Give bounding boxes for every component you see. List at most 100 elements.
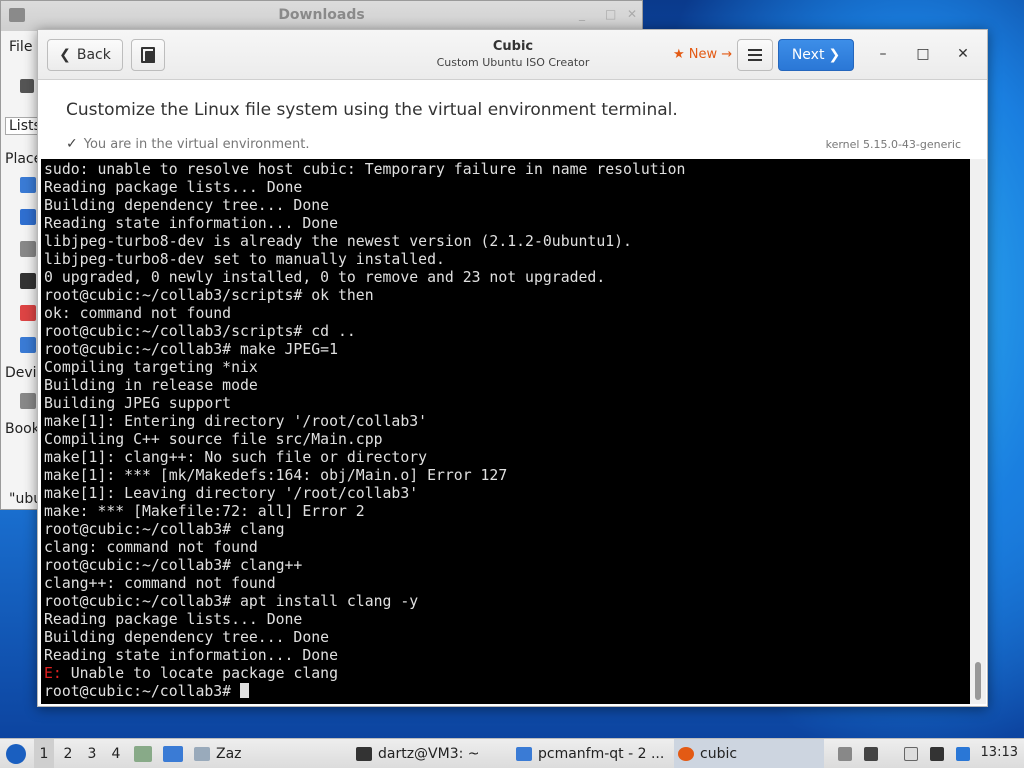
workspace-3[interactable]: 3: [82, 739, 102, 768]
bookmarks-heading: Book: [5, 421, 40, 437]
clock: 13:13: [980, 745, 1018, 760]
minimize-icon[interactable]: _: [579, 7, 585, 21]
terminal-line: make[1]: clang++: No such file or direct…: [44, 449, 428, 466]
terminal-line: root@cubic:~/collab3# apt install clang …: [44, 593, 419, 610]
task-label: pcmanfm-qt - 2 ...: [538, 746, 665, 762]
new-window-icon[interactable]: [20, 79, 34, 93]
error-prefix: E:: [44, 665, 62, 682]
notification-icon[interactable]: [956, 747, 970, 761]
header-bar: ❮ Back Cubic Custom Ubuntu ISO Creator ★…: [38, 30, 987, 80]
terminal-scrollbar[interactable]: [970, 159, 986, 704]
terminal-line: Reading state information... Done: [44, 215, 338, 232]
back-label: Back: [76, 47, 111, 63]
folder-icon: [516, 747, 532, 761]
terminal-line: Compiling C++ source file src/Main.cpp: [44, 431, 383, 448]
file-manager-sidebar: File Lists Places Devic Book: [1, 31, 50, 509]
menu-button[interactable]: [737, 39, 773, 71]
file-manager-title: Downloads: [278, 7, 365, 23]
next-label: Next: [791, 47, 825, 63]
terminal-line: libjpeg-turbo8-dev set to manually insta…: [44, 251, 445, 268]
maximize-icon[interactable]: □: [605, 7, 616, 21]
terminal-line: Building JPEG support: [44, 395, 232, 412]
computer-icon[interactable]: [20, 273, 36, 289]
app-title: Cubic: [492, 39, 534, 54]
task-label: cubic: [700, 746, 738, 762]
trash-icon[interactable]: [20, 241, 36, 257]
terminal[interactable]: sudo: unable to resolve host cubic: Temp…: [41, 159, 970, 704]
terminal-line: root@cubic:~/collab3# clang: [44, 521, 285, 538]
copy-icon: [141, 47, 155, 63]
terminal-line: Building in release mode: [44, 377, 258, 394]
hamburger-icon: [748, 49, 762, 61]
terminal-line: Compiling targeting *nix: [44, 359, 258, 376]
zaz-label: Zaz: [216, 746, 242, 762]
terminal-line: Building dependency tree... Done: [44, 629, 330, 646]
clipboard-icon[interactable]: [904, 747, 918, 761]
network-icon[interactable]: [930, 747, 944, 761]
terminal-line: sudo: unable to resolve host cubic: Temp…: [44, 161, 686, 178]
terminal-line: ok: command not found: [44, 305, 232, 322]
minimize-icon[interactable]: –: [874, 46, 892, 62]
close-icon[interactable]: ✕: [627, 7, 637, 21]
new-project-link[interactable]: ★ New →: [673, 47, 732, 62]
window-title: Cubic Custom Ubuntu ISO Creator: [338, 39, 688, 69]
start-menu-icon[interactable]: [6, 744, 26, 764]
tray-icon[interactable]: [838, 747, 852, 761]
terminal-line: clang++: command not found: [44, 575, 276, 592]
taskbar: 1 2 3 4 Zaz dartz@VM3: ~ pcmanfm-qt - 2 …: [0, 738, 1024, 768]
volume-icon[interactable]: [864, 747, 878, 761]
folder-icon: [194, 747, 210, 761]
quicklaunch-zaz[interactable]: Zaz: [194, 739, 242, 768]
checkmark-icon: ✓: [66, 136, 78, 152]
status-text: You are in the virtual environment.: [83, 137, 310, 152]
task-terminal[interactable]: dartz@VM3: ~: [356, 739, 506, 768]
terminal-line: root@cubic:~/collab3/scripts# cd ..: [44, 323, 356, 340]
terminal-line: root@cubic:~/collab3/scripts# ok then: [44, 287, 374, 304]
recent-icon[interactable]: [20, 337, 36, 353]
task-label: dartz@VM3: ~: [378, 746, 480, 762]
quicklaunch-files[interactable]: [163, 739, 183, 768]
terminal-line: make: *** [Makefile:72: all] Error 2: [44, 503, 365, 520]
menu-file[interactable]: File: [9, 39, 32, 55]
cubic-window: ❮ Back Cubic Custom Ubuntu ISO Creator ★…: [37, 29, 988, 707]
maximize-icon[interactable]: □: [914, 46, 932, 62]
terminal-line: libjpeg-turbo8-dev is already the newest…: [44, 233, 632, 250]
chevron-left-icon: ❮: [59, 47, 71, 63]
terminal-prompt: root@cubic:~/collab3#: [44, 683, 240, 700]
next-button[interactable]: Next ❯: [778, 39, 854, 71]
status-row: ✓ You are in the virtual environment.: [66, 136, 310, 152]
quicklaunch-notes[interactable]: [134, 739, 152, 768]
terminal-error-line: E: Unable to locate package clang: [44, 665, 970, 683]
back-button[interactable]: ❮ Back: [47, 39, 123, 71]
terminal-line: 0 upgraded, 0 newly installed, 0 to remo…: [44, 269, 606, 286]
drive-icon[interactable]: [20, 393, 36, 409]
task-cubic[interactable]: cubic: [674, 739, 824, 768]
copy-button[interactable]: [131, 39, 165, 71]
close-icon[interactable]: ✕: [954, 46, 972, 62]
applications-icon[interactable]: [20, 305, 36, 321]
cubic-icon: [678, 747, 694, 761]
folder-icon: [163, 746, 183, 762]
page-heading: Customize the Linux file system using th…: [66, 100, 678, 120]
file-manager-titlebar[interactable]: Downloads _ □ ✕: [1, 1, 642, 31]
terminal-icon: [356, 747, 372, 761]
terminal-line: make[1]: Entering directory '/root/colla…: [44, 413, 428, 430]
terminal-line: Reading package lists... Done: [44, 611, 303, 628]
terminal-line: make[1]: *** [mk/Makedefs:164: obj/Main.…: [44, 467, 508, 484]
scrollbar-thumb[interactable]: [975, 662, 981, 700]
workspace-2[interactable]: 2: [58, 739, 78, 768]
workspace-4[interactable]: 4: [106, 739, 126, 768]
error-message: Unable to locate package clang: [61, 665, 338, 682]
terminal-line: Reading state information... Done: [44, 647, 338, 664]
terminal-line: Reading package lists... Done: [44, 179, 303, 196]
desktop-folder-icon[interactable]: [20, 209, 36, 225]
chevron-right-icon: ❯: [828, 47, 841, 63]
terminal-line: root@cubic:~/collab3# clang++: [44, 557, 303, 574]
task-file-manager[interactable]: pcmanfm-qt - 2 ...: [516, 739, 666, 768]
app-subtitle: Custom Ubuntu ISO Creator: [436, 56, 590, 69]
notes-icon: [134, 746, 152, 762]
workspace-1[interactable]: 1: [34, 739, 54, 768]
terminal-line: clang: command not found: [44, 539, 258, 556]
home-folder-icon[interactable]: [20, 177, 36, 193]
terminal-line: make[1]: Leaving directory '/root/collab…: [44, 485, 419, 502]
